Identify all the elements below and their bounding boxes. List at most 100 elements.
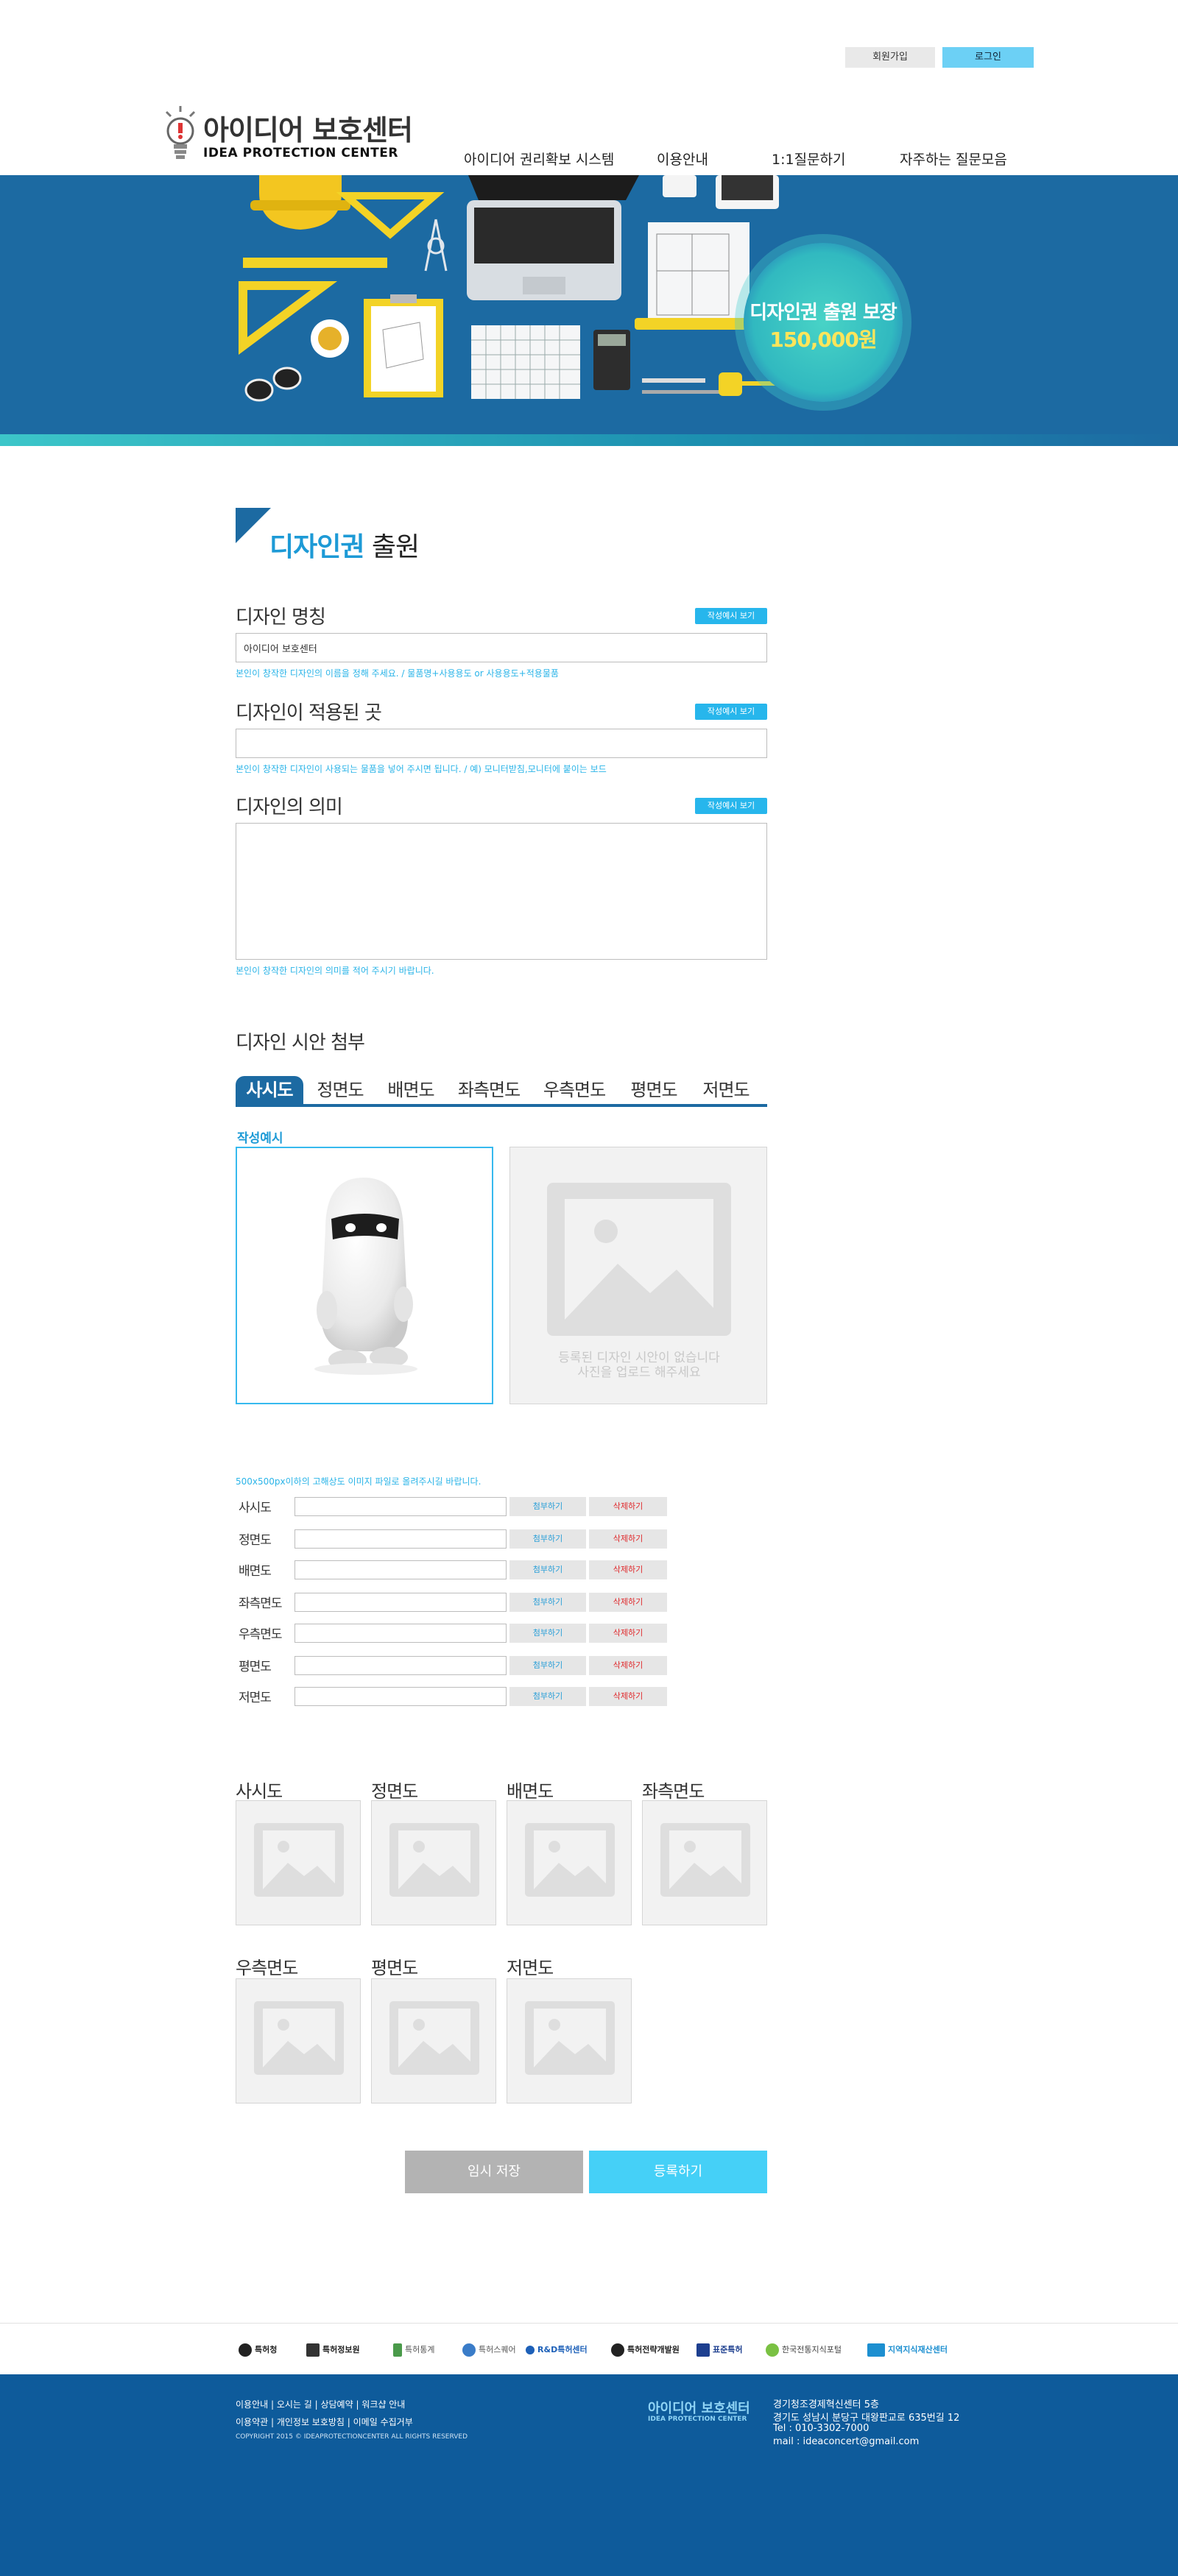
attach-button-top[interactable]: 첨부하기	[509, 1656, 586, 1675]
attach-button-front[interactable]: 첨부하기	[509, 1529, 586, 1549]
tab-front[interactable]: 정면도	[306, 1076, 374, 1104]
partner-logo-icon	[526, 2346, 535, 2354]
thumb-box-perspective	[236, 1800, 361, 1925]
partner-link[interactable]: 특허통계	[393, 2343, 434, 2357]
footer-logo-korean: 아이디어 보호센터	[648, 2401, 750, 2416]
delete-button-left[interactable]: 삭제하기	[589, 1593, 667, 1612]
footer-links-policy[interactable]: 이용약관 | 개인정보 보호방침 | 이메일 수집거부	[236, 2416, 413, 2428]
thumb-label: 좌측면도	[642, 1781, 705, 1802]
upload-empty-line1: 등록된 디자인 시안이 없습니다	[558, 1351, 720, 1365]
applied-place-hint: 본인이 창작한 디자인이 사용되는 물품을 넣어 주시면 됩니다. / 예) 모…	[236, 764, 607, 774]
page-title: 디자인권 출원	[269, 526, 420, 564]
footer-links-primary[interactable]: 이용안내 | 오시는 길 | 상담예약 | 워크샵 안내	[236, 2398, 405, 2410]
upload-row-label: 사시도	[239, 1501, 272, 1515]
partner-link[interactable]: 특허스퀘어	[462, 2343, 516, 2357]
desk-illustration	[239, 175, 795, 402]
tab-back[interactable]: 배면도	[377, 1076, 445, 1104]
image-placeholder-icon	[389, 2001, 479, 2075]
upload-file-field-back[interactable]	[294, 1560, 507, 1579]
partner-link[interactable]: 특허정보원	[306, 2343, 360, 2357]
thumb-label: 평면도	[371, 1958, 418, 1978]
nav-guide[interactable]: 이용안내	[657, 149, 708, 169]
nav-faq[interactable]: 자주하는 질문모음	[900, 149, 1007, 169]
example-image-box	[236, 1147, 493, 1404]
footer-logo-english: IDEA PROTECTION CENTER	[648, 2416, 747, 2423]
partner-logo-icon	[766, 2343, 779, 2357]
partner-link[interactable]: 한국전통지식포털	[766, 2343, 842, 2357]
tab-perspective[interactable]: 사시도	[236, 1076, 303, 1104]
upload-empty-line2: 사진을 업로드 해주세요	[577, 1365, 701, 1380]
partner-link[interactable]: 표준특허	[696, 2343, 742, 2357]
image-placeholder-icon	[525, 1823, 615, 1897]
logo-text-english: IDEA PROTECTION CENTER	[203, 146, 398, 160]
attach-button-bottom[interactable]: 첨부하기	[509, 1687, 586, 1706]
hero-banner	[0, 175, 1178, 434]
upload-row-label: 좌측면도	[239, 1596, 283, 1611]
temp-save-button[interactable]: 임시 저장	[405, 2151, 583, 2193]
delete-button-bottom[interactable]: 삭제하기	[589, 1687, 667, 1706]
upload-empty-message: 등록된 디자인 시안이 없습니다 사진을 업로드 해주세요	[510, 1351, 768, 1380]
thumb-box-right	[236, 1978, 361, 2103]
partner-link[interactable]: R&D특허센터	[526, 2343, 588, 2357]
partner-link[interactable]: 지역지식재산센터	[867, 2343, 948, 2357]
partner-link[interactable]: 특허청	[239, 2343, 277, 2357]
delete-button-perspective[interactable]: 삭제하기	[589, 1497, 667, 1516]
tab-left[interactable]: 좌측면도	[449, 1076, 529, 1104]
footer-address-line1: 경기청조경제혁신센터 5층	[773, 2399, 879, 2410]
design-meaning-textarea[interactable]	[236, 823, 767, 960]
footer-mail: mail : ideaconcert@gmail.com	[773, 2436, 920, 2447]
submit-button[interactable]: 등록하기	[589, 2151, 767, 2193]
login-button[interactable]: 로그인	[942, 47, 1034, 68]
upload-file-field-left[interactable]	[294, 1593, 507, 1612]
image-placeholder-icon	[254, 1823, 344, 1897]
upload-file-field-perspective[interactable]	[294, 1497, 507, 1516]
partner-logo-icon	[393, 2343, 402, 2357]
attach-button-left[interactable]: 첨부하기	[509, 1593, 586, 1612]
upload-preview-box[interactable]: 등록된 디자인 시안이 없습니다 사진을 업로드 해주세요	[509, 1147, 767, 1404]
thumb-label: 배면도	[507, 1781, 554, 1802]
delete-button-right[interactable]: 삭제하기	[589, 1624, 667, 1643]
image-placeholder-icon	[254, 2001, 344, 2075]
mascot-image	[314, 1178, 417, 1375]
delete-button-back[interactable]: 삭제하기	[589, 1560, 667, 1579]
footer: 이용안내 | 오시는 길 | 상담예약 | 워크샵 안내 이용약관 | 개인정보…	[0, 2374, 1178, 2576]
image-placeholder-icon	[547, 1183, 731, 1336]
partner-bar: 특허청 특허정보원 특허통계 특허스퀘어 R&D특허센터 특허전략개발원 표준특…	[0, 2323, 1178, 2374]
nav-rights-system[interactable]: 아이디어 권리확보 시스템	[464, 149, 614, 169]
join-button[interactable]: 회원가입	[845, 47, 935, 68]
logo-text-korean: 아이디어 보호센터	[203, 114, 413, 146]
partner-logo-icon	[867, 2343, 885, 2357]
attach-button-right[interactable]: 첨부하기	[509, 1624, 586, 1643]
design-name-example-button[interactable]: 작성예시 보기	[695, 608, 767, 624]
partner-logo-icon	[462, 2343, 476, 2357]
page-title-accent: 디자인권	[269, 532, 364, 562]
upload-file-field-top[interactable]	[294, 1656, 507, 1675]
nav-qna[interactable]: 1:1질문하기	[772, 149, 846, 169]
view-tabs: 사시도 정면도 배면도 좌측면도 우측면도 평면도 저면도	[236, 1076, 767, 1107]
upload-row-label: 평면도	[239, 1660, 272, 1674]
upload-hint: 500x500px이하의 고해상도 이미지 파일로 올려주시길 바랍니다.	[236, 1476, 482, 1487]
partner-link[interactable]: 특허전략개발원	[611, 2343, 680, 2357]
delete-button-top[interactable]: 삭제하기	[589, 1656, 667, 1675]
tab-right[interactable]: 우측면도	[535, 1076, 614, 1104]
tab-bottom[interactable]: 저면도	[692, 1076, 760, 1104]
upload-file-field-bottom[interactable]	[294, 1687, 507, 1706]
applied-place-input[interactable]	[236, 729, 767, 758]
design-meaning-example-button[interactable]: 작성예시 보기	[695, 798, 767, 814]
image-placeholder-icon	[660, 1823, 750, 1897]
thumb-label: 우측면도	[236, 1958, 298, 1978]
delete-button-front[interactable]: 삭제하기	[589, 1529, 667, 1549]
tab-top[interactable]: 평면도	[620, 1076, 688, 1104]
price-badge-title: 디자인권 출원 보장	[750, 302, 897, 324]
attach-button-back[interactable]: 첨부하기	[509, 1560, 586, 1579]
upload-row-label: 우측면도	[239, 1627, 283, 1642]
thumb-label: 사시도	[236, 1781, 283, 1802]
upload-file-field-front[interactable]	[294, 1529, 507, 1549]
upload-file-field-right[interactable]	[294, 1624, 507, 1643]
attach-button-perspective[interactable]: 첨부하기	[509, 1497, 586, 1516]
partner-logo-icon	[239, 2343, 252, 2357]
design-name-input[interactable]	[236, 633, 767, 662]
applied-place-example-button[interactable]: 작성예시 보기	[695, 704, 767, 720]
site-logo[interactable]: 아이디어 보호센터 IDEA PROTECTION CENTER	[163, 103, 414, 169]
image-placeholder-icon	[389, 1823, 479, 1897]
